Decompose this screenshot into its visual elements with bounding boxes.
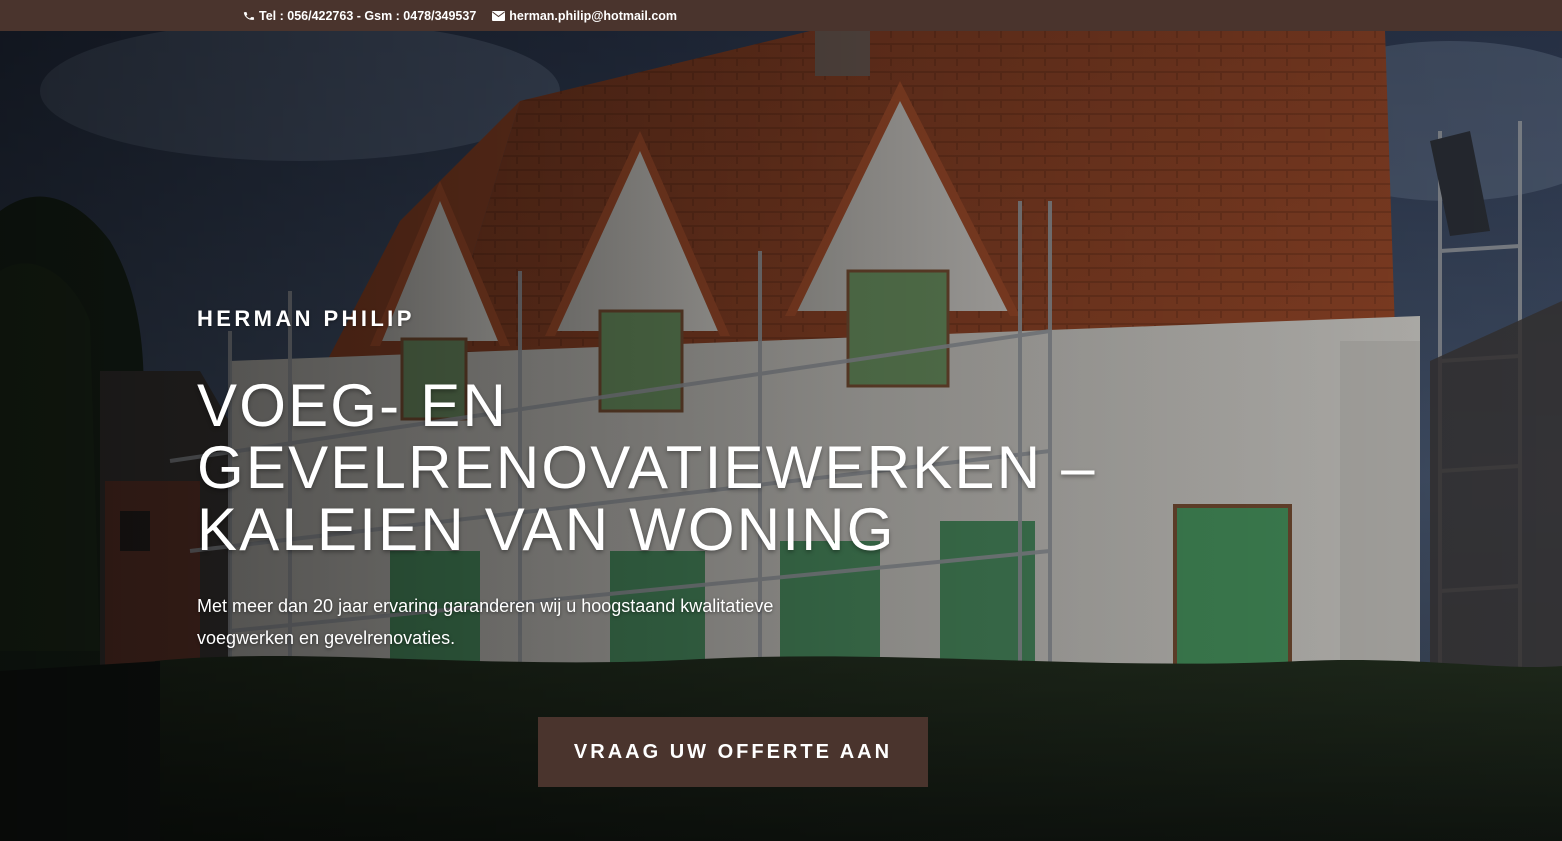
hero-eyebrow: HERMAN PHILIP xyxy=(197,306,415,331)
request-quote-button[interactable]: VRAAG UW OFFERTE AAN xyxy=(538,717,928,787)
phone-contact[interactable]: Tel : 056/422763 - Gsm : 0478/349537 xyxy=(243,9,476,23)
hero-headline: VOEG- EN GEVELRENOVATIEWERKEN – KALEIEN … xyxy=(197,372,1097,563)
hero-section: HERMAN PHILIP VOEG- EN GEVELRENOVATIEWER… xyxy=(0,31,1562,841)
email-contact[interactable]: herman.philip@hotmail.com xyxy=(492,9,677,23)
envelope-icon xyxy=(492,10,506,21)
email-text: herman.philip@hotmail.com xyxy=(509,8,678,23)
hero-lead-text: Met meer dan 20 jaar ervaring garanderen… xyxy=(197,596,774,648)
phone-icon xyxy=(243,11,255,20)
phone-text: Tel : 056/422763 - Gsm : 0478/349537 xyxy=(259,8,477,23)
top-contact-bar: Tel : 056/422763 - Gsm : 0478/349537 her… xyxy=(0,0,1562,31)
